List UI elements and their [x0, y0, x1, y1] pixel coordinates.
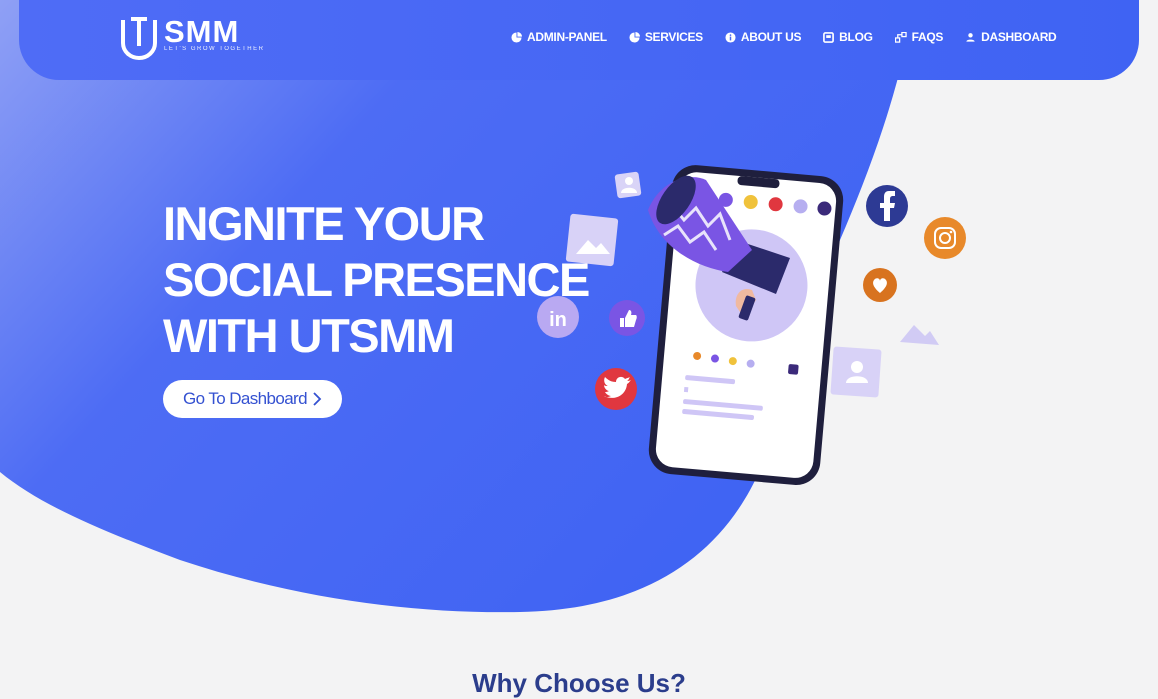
main-nav: ADMIN-PANEL SERVICES ABOUT US BLOG FAQS … [511, 30, 1078, 44]
brand-name: SMM [164, 14, 240, 49]
pie-chart-icon [511, 31, 522, 43]
share-icon [894, 31, 907, 43]
nav-item-about-us[interactable]: ABOUT US [725, 30, 801, 44]
go-to-dashboard-button[interactable]: Go To Dashboard [163, 380, 342, 418]
nav-label: ADMIN-PANEL [527, 30, 607, 44]
brand-logo[interactable]: SMM LET'S GROW TOGETHER [120, 16, 264, 60]
nav-label: SERVICES [644, 30, 703, 44]
nav-item-faqs[interactable]: FAQS [894, 30, 944, 44]
nav-label: FAQS [911, 30, 944, 44]
nav-item-services[interactable]: SERVICES [629, 30, 703, 44]
nav-label: ABOUT US [740, 30, 802, 44]
top-navbar: SMM LET'S GROW TOGETHER ADMIN-PANEL SERV… [19, 0, 1139, 80]
logo-mark-icon [121, 17, 157, 60]
nav-item-admin-panel[interactable]: ADMIN-PANEL [511, 30, 607, 44]
nav-label: BLOG [839, 30, 873, 44]
square-icon [823, 31, 835, 43]
headline-line: WITH UTSMM [163, 309, 455, 362]
nav-item-dashboard[interactable]: DASHBOARD [965, 30, 1057, 44]
chevron-right-icon [313, 392, 322, 406]
info-icon [725, 31, 736, 43]
headline-line: SOCIAL PRESENCE [163, 253, 590, 306]
nav-label: DASHBOARD [981, 30, 1057, 44]
button-label: Go To Dashboard [183, 389, 308, 408]
hero-headline: INGNITE YOUR SOCIAL PRESENCE WITH UTSMM [163, 196, 590, 364]
user-icon [966, 32, 975, 42]
pie-chart-icon [629, 31, 640, 43]
headline-line: INGNITE YOUR [163, 197, 485, 250]
nav-item-blog[interactable]: BLOG [823, 30, 873, 44]
section-title: Why Choose Us? [472, 668, 686, 698]
brand-tagline: LET'S GROW TOGETHER [164, 46, 265, 52]
